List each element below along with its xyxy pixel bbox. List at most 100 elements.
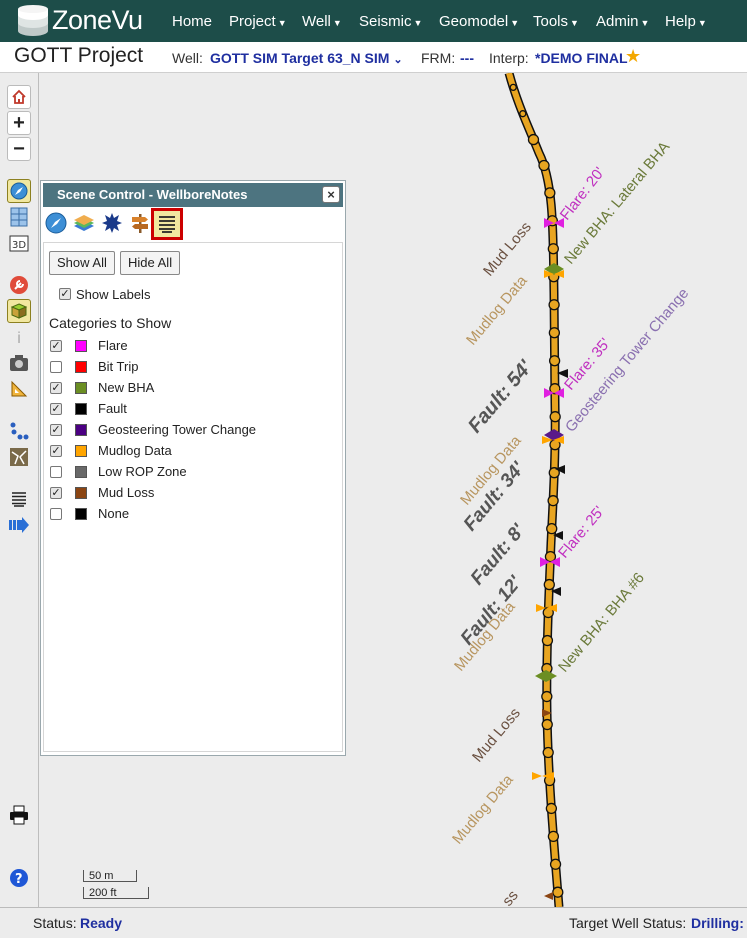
zoom-in-button[interactable]: +	[7, 111, 31, 135]
category-row[interactable]: ✓ Mudlog Data	[44, 443, 334, 461]
survey-station[interactable]	[509, 83, 517, 92]
survey-station[interactable]	[548, 299, 560, 311]
wellbore-notes-button[interactable]	[7, 487, 31, 511]
tab-layers[interactable]	[72, 211, 96, 235]
panel-body: Show All Hide All ✓ Show Labels Categori…	[43, 242, 343, 752]
categories-heading: Categories to Show	[49, 315, 172, 331]
tab-navigation[interactable]	[44, 211, 68, 235]
category-checkbox[interactable]	[50, 361, 62, 373]
survey-station[interactable]	[548, 327, 561, 339]
next-button[interactable]	[7, 513, 31, 537]
category-row[interactable]: ✓ Fault	[44, 401, 334, 419]
category-checkbox[interactable]: ✓	[50, 340, 62, 352]
nav-project[interactable]: Project ▼	[229, 0, 287, 42]
close-icon: ×	[327, 187, 335, 202]
survey-station[interactable]	[552, 886, 564, 898]
tab-seismic[interactable]	[100, 211, 124, 235]
category-checkbox[interactable]: ✓	[50, 487, 62, 499]
survey-station[interactable]	[547, 830, 560, 843]
survey-station[interactable]	[549, 858, 562, 870]
interp-value[interactable]: *DEMO FINAL	[535, 50, 628, 66]
zoom-out-icon: −	[13, 137, 25, 160]
frm-value[interactable]: ---	[460, 50, 474, 66]
category-checkbox[interactable]: ✓	[50, 382, 62, 394]
nav-geomodel[interactable]: Geomodel ▼	[439, 0, 519, 42]
nav-tools[interactable]: Tools ▼	[533, 0, 579, 42]
survey-station[interactable]	[527, 133, 540, 146]
home-view-button[interactable]	[7, 85, 31, 109]
category-row[interactable]: None	[44, 506, 334, 524]
survey-station[interactable]	[542, 746, 554, 759]
info-button[interactable]: i	[7, 327, 31, 351]
survey-station[interactable]	[546, 522, 558, 535]
well-selector[interactable]: GOTT SIM Target 63_N SIM ⌄	[210, 50, 403, 66]
survey-station[interactable]	[545, 802, 558, 815]
points-icon	[10, 422, 29, 440]
nav-home[interactable]: Home	[172, 0, 212, 42]
nav-admin[interactable]: Admin ▼	[596, 0, 649, 42]
nav-help[interactable]: Help ▼	[665, 0, 707, 42]
points-button[interactable]	[7, 419, 31, 443]
survey-station[interactable]	[543, 578, 555, 591]
camera-icon	[10, 355, 28, 371]
show-all-button[interactable]: Show All	[49, 251, 115, 275]
category-color-swatch	[75, 403, 87, 415]
hide-all-button[interactable]: Hide All	[120, 251, 181, 275]
survey-station[interactable]	[547, 243, 559, 255]
mud-loss-marker[interactable]	[544, 892, 553, 900]
panel-header[interactable]: Scene Control - WellboreNotes ×	[43, 183, 343, 207]
faults-button[interactable]	[7, 445, 31, 469]
ruler-icon	[11, 380, 28, 397]
zoom-out-button[interactable]: −	[7, 137, 31, 161]
show-labels-checkbox[interactable]: ✓	[59, 288, 71, 300]
home-icon	[12, 89, 26, 104]
survey-station[interactable]	[547, 495, 559, 507]
category-row[interactable]: ✓ Mud Loss	[44, 485, 334, 503]
nav-well[interactable]: Well ▼	[302, 0, 342, 42]
measure-button[interactable]	[7, 377, 31, 401]
survey-station[interactable]	[548, 355, 561, 367]
note-label-mudlog: Mudlog Data	[449, 771, 517, 848]
category-checkbox[interactable]	[50, 508, 62, 520]
survey-station[interactable]	[541, 718, 553, 731]
category-checkbox[interactable]	[50, 466, 62, 478]
category-row[interactable]: ✓ Geosteering Tower Change	[44, 422, 334, 440]
survey-station[interactable]	[549, 411, 561, 423]
help-button[interactable]: ?	[7, 866, 31, 890]
screenshot-button[interactable]	[7, 351, 31, 375]
survey-station[interactable]	[519, 110, 527, 118]
category-row[interactable]: ✓ Flare	[44, 338, 334, 356]
category-row[interactable]: ✓ New BHA	[44, 380, 334, 398]
survey-station[interactable]	[538, 159, 550, 172]
layers-button[interactable]	[7, 299, 31, 323]
category-row[interactable]: Bit Trip	[44, 359, 334, 377]
zonevu-logo[interactable]: ZoneVu	[16, 5, 161, 37]
category-row[interactable]: Low ROP Zone	[44, 464, 334, 482]
tools-button[interactable]	[7, 273, 31, 297]
survey-station[interactable]	[541, 634, 554, 647]
new-bha-marker[interactable]	[535, 670, 557, 682]
mudlog-marker[interactable]	[532, 772, 554, 780]
category-checkbox[interactable]: ✓	[50, 445, 62, 457]
category-checkbox[interactable]: ✓	[50, 424, 62, 436]
grid-view-button[interactable]	[7, 205, 31, 229]
wrench-icon	[10, 276, 28, 294]
survey-station[interactable]	[544, 187, 556, 199]
svg-text:3D: 3D	[12, 240, 26, 251]
close-button[interactable]: ×	[322, 186, 340, 203]
nav-seismic[interactable]: Seismic ▼	[359, 0, 422, 42]
favorite-star-icon[interactable]: ★	[625, 46, 641, 67]
survey-station[interactable]	[541, 690, 553, 703]
frm-label: FRM:	[421, 50, 456, 66]
category-color-swatch	[75, 382, 87, 394]
target-well-status-label: Target Well Status:	[569, 915, 687, 931]
tab-signpost[interactable]	[128, 211, 152, 235]
print-button[interactable]	[7, 803, 31, 827]
3d-view-button[interactable]: 3D	[7, 231, 31, 255]
tab-wellbore-notes[interactable]	[151, 208, 183, 240]
category-label: New BHA	[98, 380, 155, 395]
category-color-swatch	[75, 340, 87, 352]
panel-title: Scene Control - WellboreNotes	[57, 187, 248, 202]
category-checkbox[interactable]: ✓	[50, 403, 62, 415]
compass-button[interactable]	[7, 179, 31, 203]
